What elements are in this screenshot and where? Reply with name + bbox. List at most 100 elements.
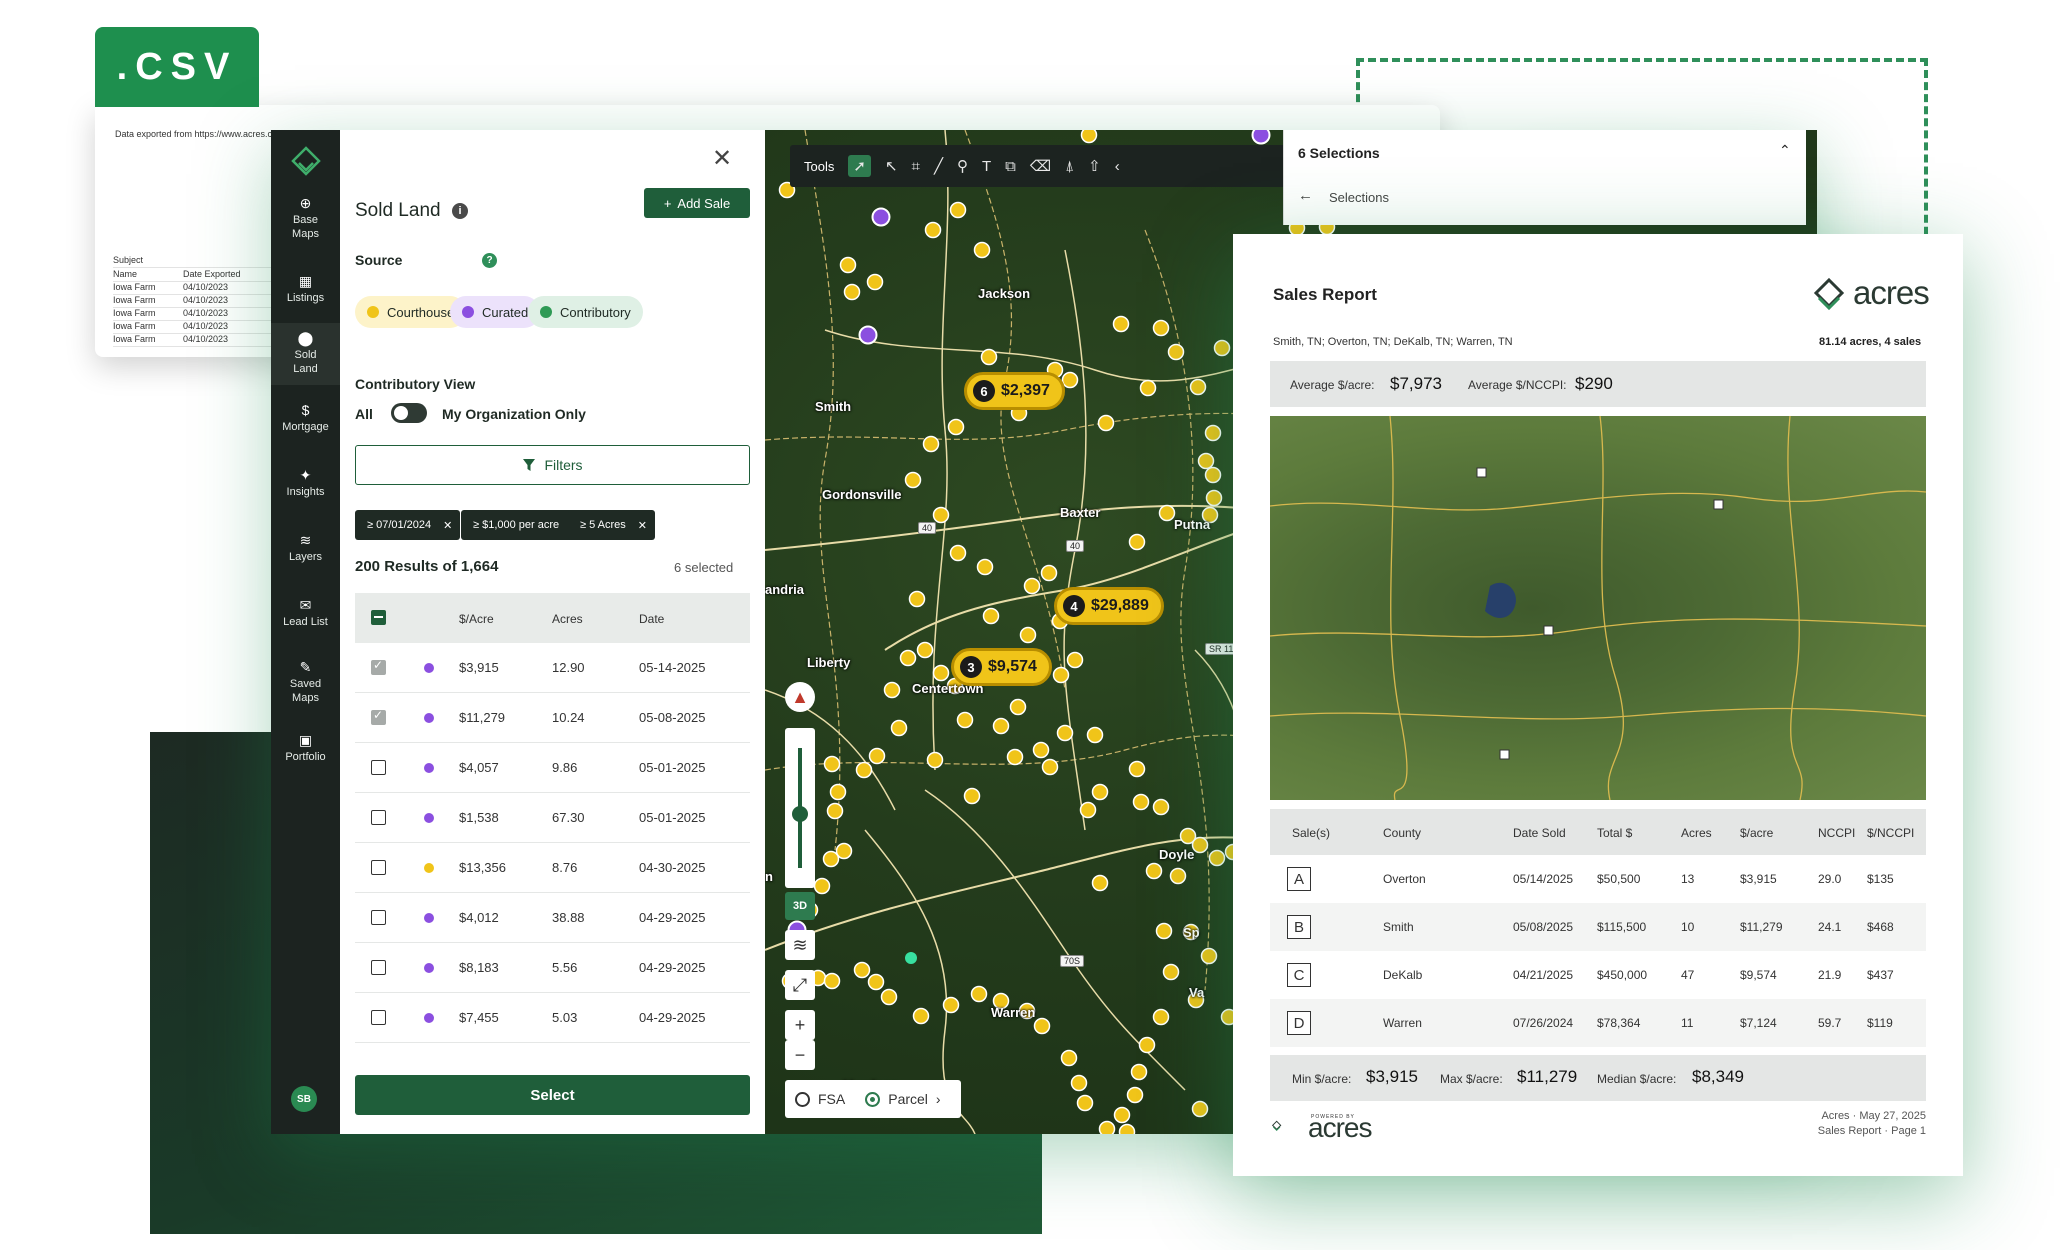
sale-marker[interactable]	[1191, 1100, 1209, 1118]
sale-marker[interactable]	[1052, 666, 1070, 684]
sale-marker[interactable]	[908, 590, 926, 608]
sale-marker[interactable]	[1033, 1017, 1051, 1035]
sale-marker[interactable]	[867, 973, 885, 991]
row-checkbox[interactable]	[371, 860, 386, 875]
sale-marker[interactable]	[1139, 379, 1157, 397]
sale-marker[interactable]	[1066, 651, 1084, 669]
collapse-toolbar-icon[interactable]: ‹	[1115, 158, 1120, 175]
pointer-icon[interactable]: ↖	[885, 157, 898, 175]
sale-marker[interactable]	[1189, 378, 1207, 396]
sale-marker[interactable]	[1204, 424, 1222, 442]
zoom-slider[interactable]	[785, 728, 815, 888]
info-icon[interactable]: i	[452, 203, 468, 219]
sale-marker[interactable]	[1204, 466, 1222, 484]
upload-icon[interactable]: ⇧	[1088, 157, 1101, 175]
table-row[interactable]: $8,183 5.56 04-29-2025	[355, 943, 750, 993]
sale-marker[interactable]	[976, 558, 994, 576]
price-cluster[interactable]: 6 $2,397	[964, 372, 1065, 410]
sale-marker[interactable]	[1130, 1063, 1148, 1081]
sale-marker[interactable]	[855, 761, 873, 779]
row-checkbox[interactable]	[371, 810, 386, 825]
price-cluster[interactable]: 4 $29,889	[1054, 587, 1164, 625]
column-header-price[interactable]: $/Acre	[459, 612, 494, 626]
fsa-radio[interactable]	[795, 1091, 810, 1107]
sale-marker[interactable]	[1086, 726, 1104, 744]
close-icon[interactable]: ✕	[443, 519, 452, 532]
sale-marker[interactable]	[904, 471, 922, 489]
text-icon[interactable]: T	[982, 158, 991, 175]
sale-marker[interactable]	[912, 1007, 930, 1025]
sale-marker[interactable]	[1060, 1049, 1078, 1067]
column-header-acres[interactable]: Acres	[552, 612, 583, 626]
parcel-radio[interactable]	[865, 1091, 881, 1107]
sale-marker[interactable]	[1006, 748, 1024, 766]
insights-icon[interactable]: ⤢	[785, 970, 815, 1000]
curated-marker[interactable]	[1251, 130, 1271, 145]
nav-item-lead-list[interactable]: ✉ Lead List	[271, 590, 340, 642]
row-checkbox[interactable]	[371, 760, 386, 775]
sale-marker[interactable]	[1138, 1036, 1156, 1054]
selections-back-label[interactable]: Selections	[1329, 190, 1389, 205]
sale-marker[interactable]	[839, 256, 857, 274]
select-button[interactable]: Select	[355, 1075, 750, 1115]
nav-item-layers[interactable]: ≋ Layers	[271, 525, 340, 577]
sale-marker[interactable]	[1076, 1094, 1094, 1112]
nav-item-sold[interactable]: ⬤ Sold Land	[271, 323, 340, 385]
sale-marker[interactable]	[880, 988, 898, 1006]
sale-marker[interactable]	[826, 802, 844, 820]
table-row[interactable]: $1,538 67.30 05-01-2025	[355, 793, 750, 843]
zoom-slider-handle[interactable]	[792, 806, 808, 822]
sale-marker[interactable]	[947, 418, 965, 436]
nav-item-mortgage[interactable]: $ Mortgage	[271, 395, 340, 447]
acres-logo-icon[interactable]	[289, 144, 323, 178]
sale-marker[interactable]	[843, 283, 861, 301]
sale-marker[interactable]	[1118, 1123, 1136, 1135]
curated-marker[interactable]	[871, 207, 891, 227]
nav-item-portfolio[interactable]: ▣ Portfolio	[271, 725, 340, 777]
sale-marker[interactable]	[963, 787, 981, 805]
chevron-up-icon[interactable]: ⌃	[1779, 142, 1791, 159]
sale-marker[interactable]	[956, 711, 974, 729]
sale-marker[interactable]	[1200, 947, 1218, 965]
sale-marker[interactable]	[1023, 577, 1041, 595]
sale-marker[interactable]	[822, 850, 840, 868]
sale-marker[interactable]	[829, 783, 847, 801]
table-row[interactable]: $11,279 10.24 05-08-2025	[355, 693, 750, 743]
sale-marker[interactable]	[922, 435, 940, 453]
sale-marker[interactable]	[1009, 698, 1027, 716]
sale-marker[interactable]	[823, 972, 841, 990]
sale-marker[interactable]	[1162, 963, 1180, 981]
zoom-out-button[interactable]: −	[785, 1040, 815, 1070]
crop-icon[interactable]: ⌗	[912, 158, 920, 175]
table-row[interactable]: $4,057 9.86 05-01-2025	[355, 743, 750, 793]
column-header-date[interactable]: Date	[639, 612, 664, 626]
sale-marker[interactable]	[1061, 371, 1079, 389]
sale-marker[interactable]	[1152, 319, 1170, 337]
sale-marker[interactable]	[1152, 798, 1170, 816]
sale-marker[interactable]	[926, 751, 944, 769]
source-chip-contributory[interactable]: Contributory	[528, 296, 643, 328]
sale-marker[interactable]	[1155, 922, 1173, 940]
nav-item-saved[interactable]: ✎ Saved Maps	[271, 652, 340, 714]
sale-marker[interactable]	[1169, 867, 1187, 885]
sale-marker[interactable]	[932, 506, 950, 524]
sale-marker[interactable]	[949, 544, 967, 562]
sale-marker[interactable]	[916, 641, 934, 659]
close-icon[interactable]: ✕	[638, 519, 647, 532]
chevron-right-icon[interactable]: ›	[936, 1091, 941, 1107]
source-chip-curated[interactable]: Curated	[450, 296, 541, 328]
sale-marker[interactable]	[1128, 760, 1146, 778]
row-checkbox[interactable]	[371, 708, 386, 725]
sale-marker[interactable]	[1197, 452, 1215, 470]
sale-marker[interactable]	[1091, 783, 1109, 801]
sale-marker[interactable]	[853, 961, 871, 979]
arrow-left-icon[interactable]: ←	[1298, 187, 1313, 204]
line-icon[interactable]: ╱	[934, 157, 943, 175]
sale-marker[interactable]	[970, 985, 988, 1003]
sale-marker[interactable]	[992, 717, 1010, 735]
sale-marker[interactable]	[1126, 1086, 1144, 1104]
sale-marker[interactable]	[1128, 533, 1146, 551]
zoom-in-button[interactable]: +	[785, 1010, 815, 1040]
sale-marker[interactable]	[924, 221, 942, 239]
curated-marker[interactable]	[858, 325, 878, 345]
